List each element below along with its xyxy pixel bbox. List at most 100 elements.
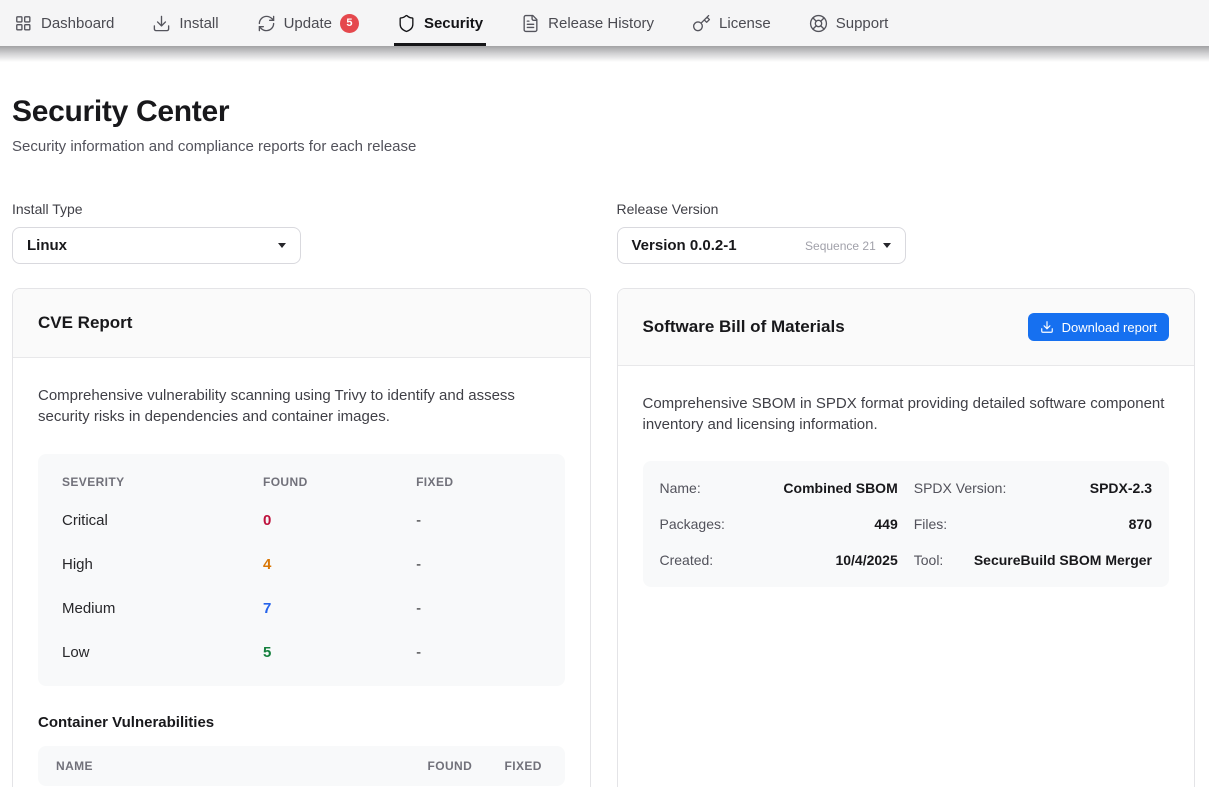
detail-row-spdx-version: SPDX Version: SPDX-2.3 — [914, 470, 1152, 506]
detail-row-created: Created: 10/4/2025 — [660, 542, 898, 578]
nav-label: Release History — [548, 15, 654, 32]
detail-value: 10/4/2025 — [835, 552, 897, 568]
download-report-label: Download report — [1062, 320, 1157, 335]
fixed-count: - — [416, 600, 540, 617]
filters-row: Install Type Linux Release Version Versi… — [12, 201, 1195, 264]
column-header-found: Found — [428, 759, 505, 773]
document-icon — [521, 14, 540, 33]
cve-card-title: CVE Report — [38, 313, 132, 333]
release-version-select[interactable]: Version 0.0.2-1 Sequence 21 — [617, 227, 906, 264]
release-version-value: Version 0.0.2-1 — [632, 237, 737, 254]
page-subtitle: Security information and compliance repo… — [12, 138, 1195, 155]
refresh-icon — [257, 14, 276, 33]
download-icon — [152, 14, 171, 33]
table-row-critical: Critical 0 - — [62, 498, 541, 542]
nav-item-support[interactable]: Support — [809, 0, 889, 46]
nav-label: Dashboard — [41, 15, 114, 32]
chevron-down-icon — [278, 243, 286, 248]
severity-label: High — [62, 556, 263, 573]
detail-value: Combined SBOM — [783, 480, 897, 496]
key-icon — [692, 14, 711, 33]
found-count: 7 — [263, 600, 416, 617]
sbom-card-header: Software Bill of Materials Download repo… — [618, 289, 1195, 366]
container-vulnerabilities-table-header: Name Found Fixed — [38, 746, 565, 786]
found-count: 4 — [263, 556, 416, 573]
detail-value: SecureBuild SBOM Merger — [974, 552, 1152, 568]
detail-label: SPDX Version: — [914, 480, 1007, 496]
nav-label: Security — [424, 15, 483, 32]
nav-label: Install — [179, 15, 218, 32]
column-header-name: Name — [56, 759, 428, 773]
download-report-button[interactable]: Download report — [1028, 313, 1169, 341]
cve-report-card: CVE Report Comprehensive vulnerability s… — [12, 288, 591, 787]
detail-row-packages: Packages: 449 — [660, 506, 898, 542]
nav-item-release-history[interactable]: Release History — [521, 0, 654, 46]
column-header-found: Found — [263, 475, 416, 489]
found-count: 0 — [263, 512, 416, 529]
table-row-medium: Medium 7 - — [62, 586, 541, 630]
column-header-severity: Severity — [62, 475, 263, 489]
install-type-select[interactable]: Linux — [12, 227, 301, 264]
detail-row-files: Files: 870 — [914, 506, 1152, 542]
severity-label: Critical — [62, 512, 263, 529]
detail-value: 449 — [874, 516, 897, 532]
fixed-count: - — [416, 512, 540, 529]
nav-item-security[interactable]: Security — [397, 0, 483, 46]
install-type-value: Linux — [27, 237, 67, 254]
severity-label: Medium — [62, 600, 263, 617]
detail-row-tool: Tool: SecureBuild SBOM Merger — [914, 542, 1152, 578]
nav-item-install[interactable]: Install — [152, 0, 218, 46]
page-title: Security Center — [12, 95, 1195, 129]
lifebuoy-icon — [809, 14, 828, 33]
dashboard-icon — [14, 14, 33, 33]
update-count-badge: 5 — [340, 14, 359, 33]
cards-row: CVE Report Comprehensive vulnerability s… — [12, 288, 1195, 787]
nav-item-update[interactable]: Update 5 — [257, 0, 359, 46]
fixed-count: - — [416, 556, 540, 573]
cve-description: Comprehensive vulnerability scanning usi… — [38, 385, 565, 427]
container-vulnerabilities-title: Container Vulnerabilities — [38, 714, 565, 731]
sequence-label: Sequence 21 — [805, 239, 876, 253]
detail-label: Created: — [660, 552, 714, 568]
shield-icon — [397, 14, 416, 33]
nav-item-license[interactable]: License — [692, 0, 771, 46]
chevron-down-icon — [883, 243, 891, 248]
detail-value: 870 — [1129, 516, 1152, 532]
column-header-fixed: Fixed — [505, 759, 547, 773]
sbom-description: Comprehensive SBOM in SPDX format provid… — [643, 393, 1170, 435]
detail-label: Name: — [660, 480, 701, 496]
sbom-details-left-column: Name: Combined SBOM Packages: 449 Create… — [660, 470, 898, 578]
detail-row-name: Name: Combined SBOM — [660, 470, 898, 506]
severity-label: Low — [62, 644, 263, 661]
sbom-card-title: Software Bill of Materials — [643, 317, 845, 337]
nav-item-dashboard[interactable]: Dashboard — [14, 0, 114, 46]
sbom-card-body: Comprehensive SBOM in SPDX format provid… — [618, 366, 1195, 612]
install-type-field: Install Type Linux — [12, 201, 591, 264]
cve-card-body: Comprehensive vulnerability scanning usi… — [13, 358, 590, 787]
cve-card-header: CVE Report — [13, 289, 590, 358]
nav-scroll-shadow — [0, 46, 1209, 62]
table-row-high: High 4 - — [62, 542, 541, 586]
detail-label: Packages: — [660, 516, 725, 532]
sbom-card: Software Bill of Materials Download repo… — [617, 288, 1196, 787]
main-content: Security Center Security information and… — [0, 95, 1209, 787]
sbom-details-grid: Name: Combined SBOM Packages: 449 Create… — [643, 461, 1170, 587]
download-icon — [1040, 320, 1054, 334]
detail-label: Tool: — [914, 552, 944, 568]
detail-value: SPDX-2.3 — [1090, 480, 1152, 496]
nav-label: Update — [284, 15, 332, 32]
severity-table-header: Severity Found Fixed — [62, 460, 541, 498]
found-count: 5 — [263, 644, 416, 661]
nav-label: Support — [836, 15, 889, 32]
fixed-count: - — [416, 644, 540, 661]
severity-table: Severity Found Fixed Critical 0 - High 4… — [38, 454, 565, 686]
nav-label: License — [719, 15, 771, 32]
top-navigation: Dashboard Install Update 5 Security Rele… — [0, 0, 1209, 46]
release-version-field: Release Version Version 0.0.2-1 Sequence… — [617, 201, 1196, 264]
column-header-fixed: Fixed — [416, 475, 540, 489]
detail-label: Files: — [914, 516, 947, 532]
install-type-label: Install Type — [12, 201, 591, 217]
table-row-low: Low 5 - — [62, 630, 541, 674]
release-version-label: Release Version — [617, 201, 1196, 217]
sbom-details-right-column: SPDX Version: SPDX-2.3 Files: 870 Tool: … — [914, 470, 1152, 578]
